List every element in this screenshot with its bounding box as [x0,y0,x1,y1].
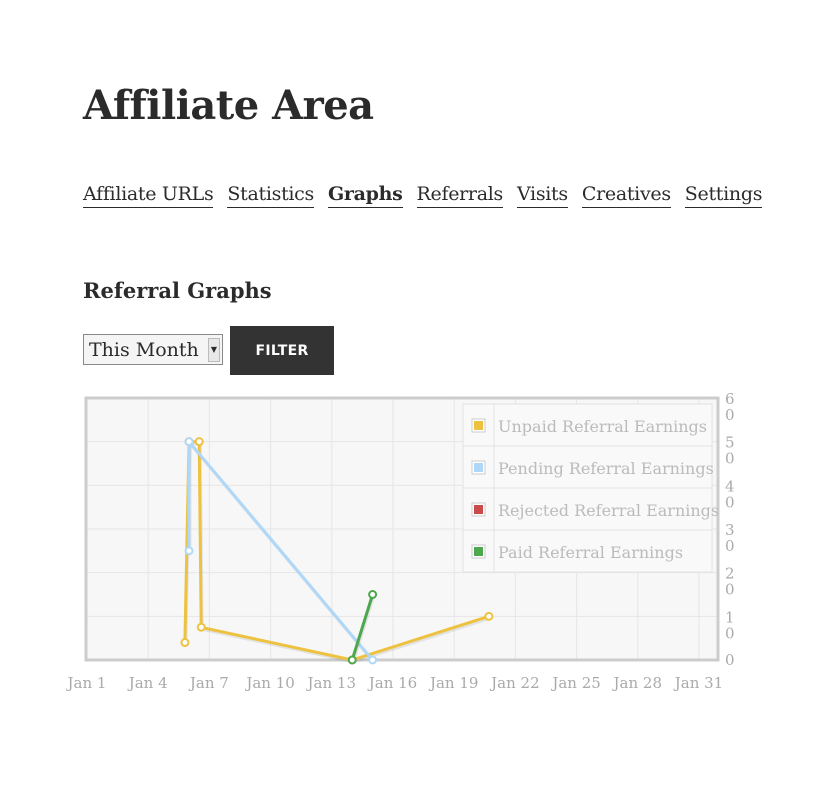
y-tick-label: 50 [725,434,735,468]
data-point [180,638,190,648]
data-point [196,622,206,632]
y-tick-label: 10 [725,608,735,642]
legend-swatch [474,547,483,556]
y-tick-label: 20 [725,565,735,599]
x-tick-label: Jan 4 [127,674,168,692]
legend-swatch [474,463,483,472]
x-tick-label: Jan 10 [244,674,294,692]
legend-swatch [474,421,483,430]
x-tick-label: Jan 13 [306,674,356,692]
x-axis-ticks: Jan 1 Jan 4 Jan 7 Jan 10 Jan 13 Jan 16 Jan 19 J… [66,674,724,692]
legend-label: Paid Referral Earnings [498,543,683,562]
legend-label: Pending Referral Earnings [498,459,714,478]
x-tick-label: Jan 1 [66,674,107,692]
data-point [184,546,194,556]
data-point [184,437,194,447]
data-point [484,611,494,621]
legend-swatch [474,505,483,514]
x-tick-label: Jan 25 [550,674,600,692]
x-tick-label: Jan 22 [489,674,539,692]
data-point [194,437,204,447]
y-tick-label: 40 [725,477,735,511]
legend-label: Unpaid Referral Earnings [498,417,707,436]
y-tick-label: 0 [725,651,735,669]
y-tick-label: 30 [725,521,735,555]
x-tick-label: Jan 16 [367,674,417,692]
x-tick-label: Jan 31 [673,674,723,692]
x-tick-label: Jan 19 [428,674,478,692]
y-axis-ticks: 0 1 0 2 0 3 0 4 0 5 0 6 0 [725,390,735,669]
chart-legend: Unpaid Referral Earnings Pending Referral… [462,403,719,573]
x-tick-label: Jan 28 [612,674,662,692]
data-point [347,655,357,665]
data-point [368,655,378,665]
data-point [368,590,378,599]
x-tick-label: Jan 7 [188,674,229,692]
y-tick-label: 60 [725,390,735,424]
legend-label: Rejected Referral Earnings [498,501,719,520]
referral-chart: Unpaid Referral Earnings Pending Referral… [66,390,735,692]
